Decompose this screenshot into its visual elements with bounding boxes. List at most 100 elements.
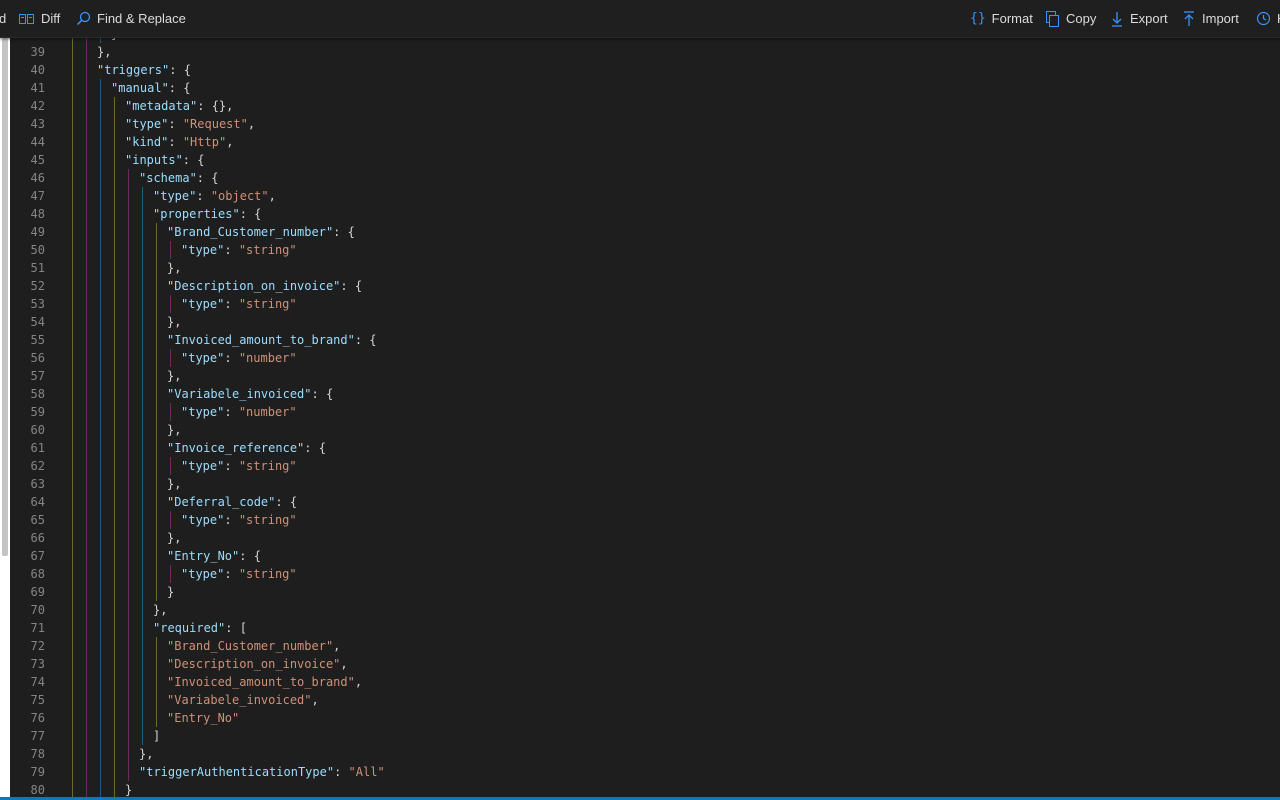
indent-guide (114, 529, 115, 547)
code-text: "inputs": { (125, 153, 205, 167)
code-text: "type": "Request", (125, 117, 256, 131)
indent-guide (128, 259, 129, 277)
indent-guide (128, 709, 129, 727)
indent-guide (114, 745, 115, 763)
line-number: 39 (30, 45, 45, 59)
indent-guide (114, 691, 115, 709)
code-line: 74 "Invoiced_amount_to_brand", (10, 673, 1280, 691)
indent-guide (86, 43, 87, 61)
line-number: 52 (30, 279, 45, 293)
line-number: 69 (30, 585, 45, 599)
history-icon (1256, 11, 1271, 26)
code-line: 68 "type": "string" (10, 565, 1280, 583)
line-number: 57 (30, 369, 45, 383)
indent-guide (86, 79, 87, 97)
indent-guide (128, 187, 129, 205)
indent-guide (72, 79, 73, 97)
indent-guide (100, 619, 101, 637)
indent-guide (114, 151, 115, 169)
code-line: 57}, (10, 367, 1280, 385)
line-number: 65 (30, 513, 45, 527)
indent-guide (156, 511, 157, 529)
code-line: 46 "schema": { (10, 169, 1280, 187)
indent-guide (86, 763, 87, 781)
line-number: 72 (30, 639, 45, 653)
line-number: 73 (30, 657, 45, 671)
indent-guide (100, 349, 101, 367)
indent-guide (142, 529, 143, 547)
code-line: 56 "type": "number" (10, 349, 1280, 367)
line-number: 46 (30, 171, 45, 185)
line-number: 78 (30, 747, 45, 761)
code-text: }, (167, 261, 182, 275)
indent-guide (170, 565, 171, 583)
code-text: "triggerAuthenticationType": "All" (139, 765, 385, 779)
indent-guide (86, 349, 87, 367)
indent-guide (72, 277, 73, 295)
indent-guide (114, 133, 115, 151)
indent-guide (86, 565, 87, 583)
indent-guide (72, 133, 73, 151)
indent-guide (86, 529, 87, 547)
indent-guide (142, 475, 143, 493)
diff-button[interactable]: Diff (19, 0, 60, 37)
indent-guide (114, 547, 115, 565)
indent-guide (142, 313, 143, 331)
indent-guide (100, 133, 101, 151)
indent-guide (86, 637, 87, 655)
indent-guide (170, 241, 171, 259)
code-line: 54}, (10, 313, 1280, 331)
code-text: "Description_on_invoice": { (167, 279, 363, 293)
indent-guide (128, 727, 129, 745)
indent-guide (100, 115, 101, 133)
code-text: }, (167, 315, 182, 329)
indent-guide (86, 421, 87, 439)
find-replace-button[interactable]: Find & Replace (76, 0, 186, 37)
indent-guide (128, 421, 129, 439)
code-text: }, (167, 477, 182, 491)
indent-guide (100, 727, 101, 745)
indent-guide (100, 205, 101, 223)
indent-guide (72, 529, 73, 547)
indent-guide (72, 763, 73, 781)
line-number: 62 (30, 459, 45, 473)
indent-guide (72, 115, 73, 133)
indent-guide (72, 169, 73, 187)
code-line: 41 "manual": { (10, 79, 1280, 97)
indent-guide (72, 709, 73, 727)
history-button[interactable]: H (1256, 0, 1280, 37)
indent-guide (86, 439, 87, 457)
code-text: "Brand_Customer_number", (167, 639, 341, 653)
indent-guide (142, 637, 143, 655)
indent-guide (72, 457, 73, 475)
format-button[interactable]: {} Format (970, 0, 1033, 37)
code-line: 55 "Invoiced_amount_to_brand": { (10, 331, 1280, 349)
indent-guide (100, 313, 101, 331)
indent-guide (100, 781, 101, 797)
scrollbar-thumb[interactable] (2, 38, 8, 556)
indent-guide (114, 403, 115, 421)
indent-guide (142, 709, 143, 727)
import-button[interactable]: Import (1182, 0, 1239, 37)
code-line: 78}, (10, 745, 1280, 763)
indent-guide (86, 169, 87, 187)
indent-guide (114, 223, 115, 241)
indent-guide (86, 457, 87, 475)
indent-guide (100, 385, 101, 403)
line-number: 50 (30, 243, 45, 257)
code-text: "type": "string" (181, 297, 297, 311)
code-line: 65 "type": "string" (10, 511, 1280, 529)
indent-guide (142, 421, 143, 439)
code-text: "type": "string" (181, 243, 297, 257)
copy-button[interactable]: Copy (1046, 0, 1096, 37)
indent-guide (156, 277, 157, 295)
tab-partial[interactable]: d (0, 0, 6, 37)
export-button[interactable]: Export (1110, 0, 1168, 37)
code-line: 76 "Entry_No" (10, 709, 1280, 727)
indent-guide (86, 691, 87, 709)
code-text: ] (153, 729, 161, 743)
indent-guide (100, 223, 101, 241)
code-editor[interactable]: 38}39},40"triggers": {41"manual": {42"me… (10, 38, 1280, 797)
code-line: 80} (10, 781, 1280, 797)
code-text: "Description_on_invoice", (167, 657, 348, 671)
